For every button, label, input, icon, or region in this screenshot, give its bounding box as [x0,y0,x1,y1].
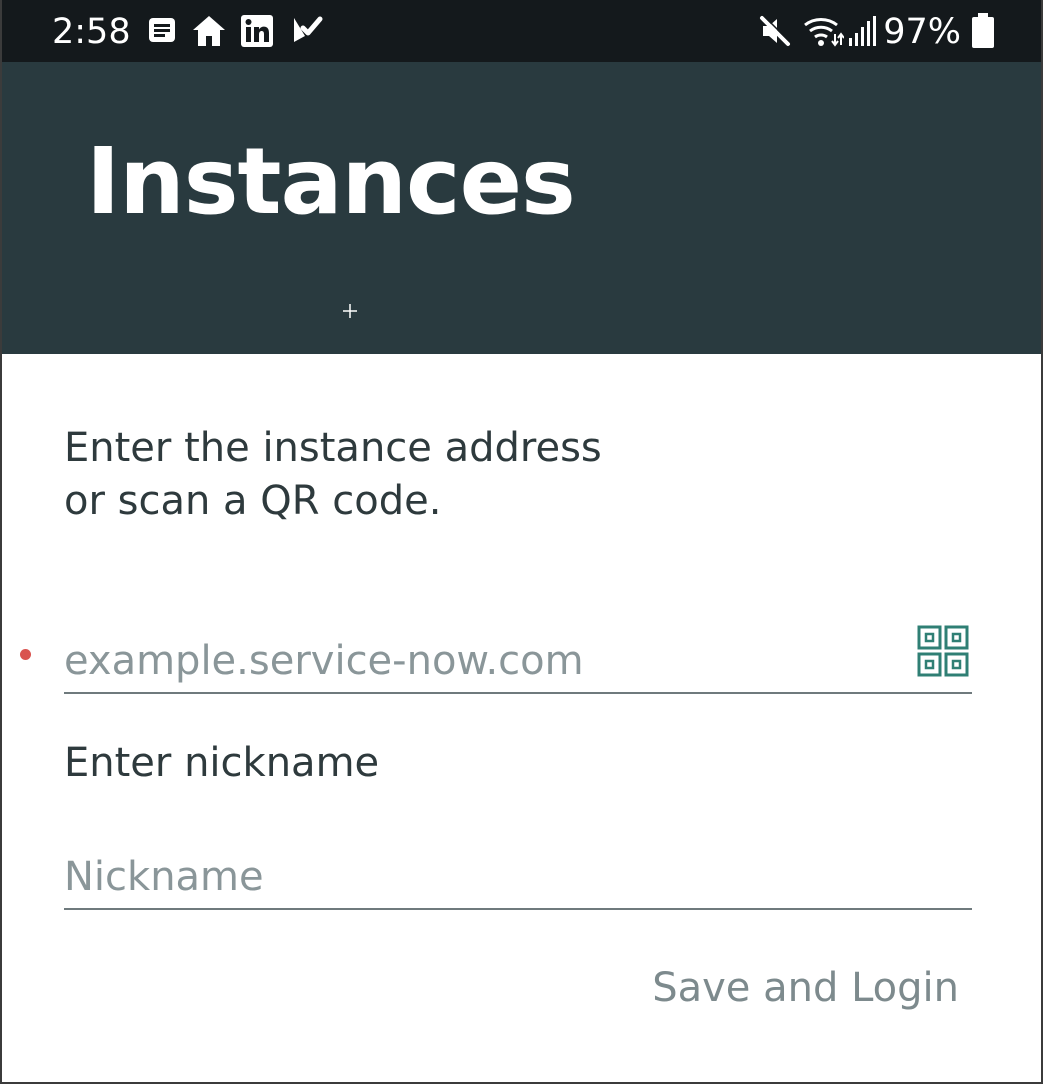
instructions-text: Enter the instance address or scan a QR … [64,422,764,528]
nickname-field [64,838,972,910]
tasks-icon [294,16,323,42]
instance-address-input[interactable] [64,638,884,684]
home-icon [193,16,225,46]
save-and-login-button[interactable]: Save and Login [652,965,959,1011]
app-screen: 2:58 97% Instances Enter the instance ad… [0,0,1043,1084]
linkedin-icon [241,15,273,47]
mute-icon [760,15,791,46]
battery-percent: 97% [883,12,961,52]
nickname-label: Enter nickname [64,740,380,786]
crosshair-cursor-icon [343,304,357,318]
status-time: 2:58 [52,12,131,52]
wifi-icon [804,18,844,47]
signal-icon [849,16,876,46]
battery-icon [972,13,994,48]
qr-code-icon[interactable] [916,624,970,678]
nickname-input[interactable] [64,854,884,900]
page-title: Instances [86,128,576,235]
instructions-line-1: Enter the instance address [64,425,602,471]
required-indicator [20,649,31,660]
news-icon [149,18,175,42]
status-bar: 2:58 97% [2,0,1041,62]
instance-address-field [64,620,972,694]
instructions-line-2: or scan a QR code. [64,478,442,524]
